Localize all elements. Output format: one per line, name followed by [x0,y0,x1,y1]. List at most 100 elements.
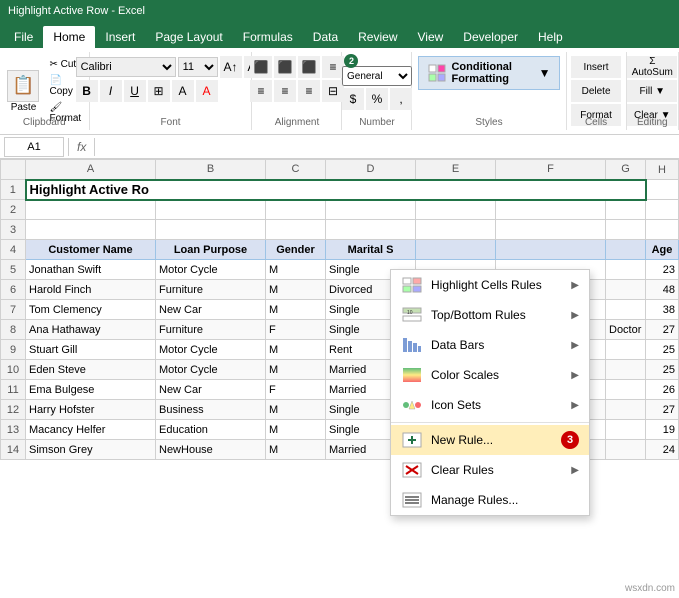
cell-name-8[interactable]: Ana Hathaway [26,320,156,340]
cell-h3[interactable] [646,220,679,240]
cell-gender-10[interactable]: M [266,360,326,380]
cell-b2[interactable] [156,200,266,220]
header-loan-purpose[interactable]: Loan Purpose [156,240,266,260]
cell-age-8[interactable]: 27 [646,320,679,340]
cell-c2[interactable] [266,200,326,220]
underline-button[interactable]: U [124,80,146,102]
cell-g8[interactable]: Doctor [606,320,646,340]
cell-e2[interactable] [416,200,496,220]
tab-home[interactable]: Home [43,26,95,48]
header-marital-status[interactable]: Marital S [326,240,416,260]
cell-gender-8[interactable]: F [266,320,326,340]
cell-age-7[interactable]: 38 [646,300,679,320]
currency-button[interactable]: $ [342,88,364,110]
menu-item-data-bars[interactable]: Data Bars ▶ [391,330,589,360]
col-header-h[interactable]: H [646,160,679,180]
cell-name-7[interactable]: Tom Clemency [26,300,156,320]
align-right-button[interactable]: ≡ [298,80,320,102]
cell-gender-11[interactable]: F [266,380,326,400]
formula-input[interactable] [99,137,675,157]
fill-color-button[interactable]: A [172,80,194,102]
cell-gender-9[interactable]: M [266,340,326,360]
cell-g7[interactable] [606,300,646,320]
cell-reference-box[interactable] [4,137,64,157]
header-g[interactable] [606,240,646,260]
cell-age-5[interactable]: 23 [646,260,679,280]
cell-d2[interactable] [326,200,416,220]
cell-loan-13[interactable]: Education [156,420,266,440]
cell-g5[interactable] [606,260,646,280]
cell-g13[interactable] [606,420,646,440]
menu-item-manage-rules[interactable]: Manage Rules... [391,485,589,515]
cell-age-6[interactable]: 48 [646,280,679,300]
cell-b3[interactable] [156,220,266,240]
cell-name-5[interactable]: Jonathan Swift [26,260,156,280]
cell-loan-10[interactable]: Motor Cycle [156,360,266,380]
header-age[interactable]: Age [646,240,679,260]
fill-button[interactable]: Fill ▼ [627,80,677,102]
cell-a2[interactable] [26,200,156,220]
tab-developer[interactable]: Developer [453,26,528,48]
cell-age-11[interactable]: 26 [646,380,679,400]
cell-age-10[interactable]: 25 [646,360,679,380]
col-header-c[interactable]: C [266,160,326,180]
menu-item-clear-rules[interactable]: Clear Rules ▶ [391,455,589,485]
bold-button[interactable]: B [76,80,98,102]
merge-cells-button[interactable]: ⊟ [322,80,344,102]
cell-loan-9[interactable]: Motor Cycle [156,340,266,360]
col-header-g[interactable]: G [606,160,646,180]
cell-e3[interactable] [416,220,496,240]
delete-cells-button[interactable]: Delete [571,80,621,102]
align-top-center-button[interactable]: ⬛ [274,56,296,78]
cell-loan-11[interactable]: New Car [156,380,266,400]
tab-insert[interactable]: Insert [95,26,145,48]
tab-formulas[interactable]: Formulas [233,26,303,48]
align-left-button[interactable]: ≡ [250,80,272,102]
align-center-button[interactable]: ≡ [274,80,296,102]
cell-g10[interactable] [606,360,646,380]
cell-d3[interactable] [326,220,416,240]
cell-gender-12[interactable]: M [266,400,326,420]
cell-h2[interactable] [646,200,679,220]
border-button[interactable]: ⊞ [148,80,170,102]
cell-g9[interactable] [606,340,646,360]
cell-a3[interactable] [26,220,156,240]
percent-button[interactable]: % [366,88,388,110]
paste-button[interactable]: 📋 Paste [3,66,43,117]
cell-gender-7[interactable]: M [266,300,326,320]
cell-gender-13[interactable]: M [266,420,326,440]
cell-loan-14[interactable]: NewHouse [156,440,266,460]
cell-g11[interactable] [606,380,646,400]
comma-button[interactable]: , [390,88,412,110]
cell-name-13[interactable]: Macancy Helfer [26,420,156,440]
font-size-select[interactable]: 11 [178,57,218,77]
cell-g14[interactable] [606,440,646,460]
header-gender[interactable]: Gender [266,240,326,260]
col-header-b[interactable]: B [156,160,266,180]
cell-loan-12[interactable]: Business [156,400,266,420]
col-header-e[interactable]: E [416,160,496,180]
cell-loan-6[interactable]: Furniture [156,280,266,300]
cell-age-12[interactable]: 27 [646,400,679,420]
menu-item-icon-sets[interactable]: Icon Sets ▶ [391,390,589,420]
cell-age-14[interactable]: 24 [646,440,679,460]
insert-cells-button[interactable]: Insert [571,56,621,78]
wrap-text-button[interactable]: ≡ [322,56,344,78]
header-customer-name[interactable]: Customer Name [26,240,156,260]
align-top-left-button[interactable]: ⬛ [250,56,272,78]
cell-age-13[interactable]: 19 [646,420,679,440]
cell-loan-7[interactable]: New Car [156,300,266,320]
cell-name-10[interactable]: Eden Steve [26,360,156,380]
cell-gender-14[interactable]: M [266,440,326,460]
increase-font-button[interactable]: A↑ [220,56,242,78]
tab-review[interactable]: Review [348,26,407,48]
cell-name-14[interactable]: Simson Grey [26,440,156,460]
col-header-f[interactable]: F [496,160,606,180]
header-e[interactable] [416,240,496,260]
cell-g12[interactable] [606,400,646,420]
cell-name-6[interactable]: Harold Finch [26,280,156,300]
col-header-a[interactable]: A [26,160,156,180]
cell-f3[interactable] [496,220,606,240]
tab-data[interactable]: Data [303,26,348,48]
cell-h1[interactable] [646,180,679,200]
